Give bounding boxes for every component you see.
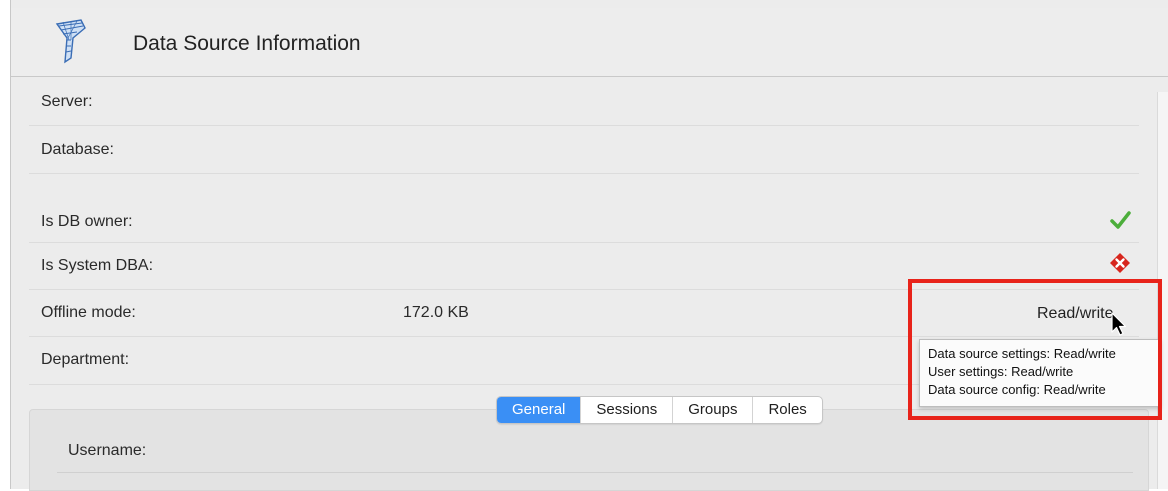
- error-icon: [1110, 253, 1130, 273]
- segmented-tabs: General Sessions Groups Roles: [496, 396, 823, 424]
- row-server: Server:: [29, 79, 1139, 126]
- database-label: Database:: [41, 141, 114, 158]
- department-label: Department:: [41, 351, 130, 368]
- offline-mode-label: Offline mode:: [41, 304, 136, 321]
- page-title: Data Source Information: [133, 32, 361, 55]
- tab-sessions[interactable]: Sessions: [580, 397, 672, 423]
- check-icon: [1110, 211, 1131, 229]
- panel-divider: [57, 472, 1133, 473]
- tab-groups[interactable]: Groups: [672, 397, 752, 423]
- row-database: Database:: [29, 127, 1139, 174]
- highlight-annotation-box: [908, 279, 1162, 420]
- offline-mode-size: 172.0 KB: [403, 304, 469, 321]
- row-divider: [29, 384, 929, 385]
- data-source-funnel-icon: [55, 19, 86, 64]
- server-label: Server:: [41, 93, 93, 110]
- row-db-owner: Is DB owner:: [29, 196, 1139, 243]
- username-label: Username:: [68, 442, 147, 459]
- system-dba-label: Is System DBA:: [41, 257, 154, 274]
- window-header: Data Source Information: [11, 8, 1168, 77]
- tab-general[interactable]: General: [497, 397, 581, 423]
- db-owner-label: Is DB owner:: [41, 213, 133, 230]
- tab-roles[interactable]: Roles: [752, 397, 821, 423]
